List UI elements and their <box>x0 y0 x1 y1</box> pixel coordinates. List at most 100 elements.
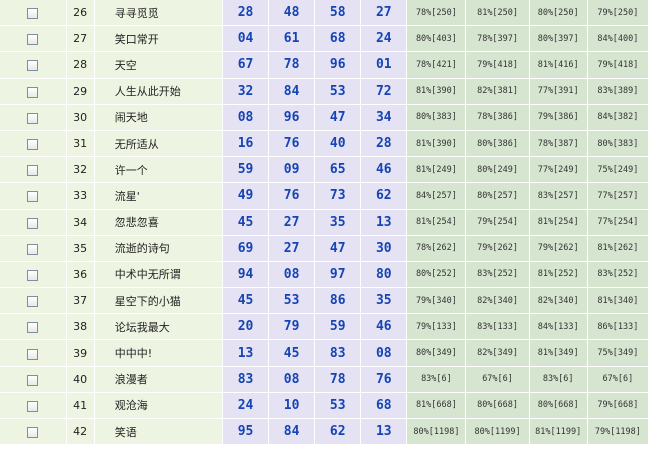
pick-number: 08 <box>222 104 270 131</box>
row-checkbox[interactable] <box>27 217 39 229</box>
pick-number: 76 <box>268 182 316 210</box>
rate-cell: 84%[257] <box>406 182 467 210</box>
pick-number: 94 <box>222 261 270 289</box>
rate-cell: 83%[252] <box>465 261 530 289</box>
rate-cell: 77%[254] <box>587 209 649 236</box>
row-checkbox[interactable] <box>27 60 39 72</box>
rate-cell: 67%[6] <box>587 366 649 393</box>
rate-cell: 67%[6] <box>465 366 530 393</box>
table-row: 28 天空 67 78 96 01 78%[421] 79%[418] 81%[416] 79%[… <box>0 51 649 79</box>
user-name: 流逝的诗句 <box>94 235 223 262</box>
user-name: 寻寻觅觅 <box>94 0 223 27</box>
row-checkbox[interactable] <box>27 112 39 124</box>
row-checkbox[interactable] <box>27 427 39 439</box>
row-number: 32 <box>66 156 95 184</box>
pick-number: 13 <box>360 418 408 446</box>
rate-cell: 80%[668] <box>465 392 530 420</box>
pick-number: 24 <box>222 392 270 420</box>
rate-cell: 80%[1198] <box>406 418 467 446</box>
pick-number: 08 <box>268 261 316 289</box>
rate-cell: 83%[6] <box>406 366 467 393</box>
row-checkbox[interactable] <box>27 374 39 386</box>
rate-cell: 81%[1199] <box>529 418 588 446</box>
rate-cell: 81%[340] <box>587 287 649 315</box>
pick-number: 16 <box>222 130 270 158</box>
pick-number: 80 <box>360 261 408 289</box>
row-checkbox[interactable] <box>27 243 39 255</box>
rate-cell: 81%[390] <box>406 78 467 105</box>
pick-number: 76 <box>268 130 316 158</box>
row-checkbox[interactable] <box>27 165 39 177</box>
row-select-cell <box>0 51 67 79</box>
user-name: 论坛我最大 <box>94 313 223 341</box>
rate-cell: 83%[252] <box>587 261 649 289</box>
row-checkbox[interactable] <box>27 34 39 46</box>
row-checkbox[interactable] <box>27 139 39 151</box>
rate-cell: 81%[349] <box>529 339 588 367</box>
row-checkbox[interactable] <box>27 8 39 20</box>
pick-number: 30 <box>360 235 408 262</box>
row-checkbox[interactable] <box>27 296 39 308</box>
pick-number: 10 <box>268 392 316 420</box>
row-checkbox[interactable] <box>27 269 39 281</box>
row-select-cell <box>0 392 67 420</box>
row-number: 28 <box>66 51 95 79</box>
rate-cell: 82%[349] <box>465 339 530 367</box>
user-name: 观沧海 <box>94 392 223 420</box>
rate-cell: 83%[389] <box>587 78 649 105</box>
row-select-cell <box>0 78 67 105</box>
pick-number: 49 <box>222 182 270 210</box>
rate-cell: 79%[133] <box>406 313 467 341</box>
rate-cell: 79%[386] <box>529 104 588 131</box>
rate-cell: 79%[668] <box>587 392 649 420</box>
rate-cell: 83%[6] <box>529 366 588 393</box>
pick-number: 45 <box>222 287 270 315</box>
pick-number: 45 <box>268 339 316 367</box>
pick-number: 01 <box>360 51 408 79</box>
table-row: 33 流星' 49 76 73 62 84%[257] 80%[257] 83%[257] 77%… <box>0 182 649 210</box>
pick-number: 59 <box>314 313 362 341</box>
pick-number: 13 <box>222 339 270 367</box>
rate-cell: 78%[386] <box>465 104 530 131</box>
pick-number: 68 <box>360 392 408 420</box>
pick-number: 53 <box>314 78 362 105</box>
pick-number: 04 <box>222 25 270 53</box>
pick-number: 09 <box>268 156 316 184</box>
pick-number: 72 <box>360 78 408 105</box>
pick-number: 47 <box>314 235 362 262</box>
row-select-cell <box>0 104 67 131</box>
user-name: 忽悲忽喜 <box>94 209 223 236</box>
row-number: 34 <box>66 209 95 236</box>
row-checkbox[interactable] <box>27 400 39 412</box>
rate-cell: 77%[249] <box>529 156 588 184</box>
rate-cell: 80%[349] <box>406 339 467 367</box>
row-checkbox[interactable] <box>27 348 39 360</box>
row-number: 39 <box>66 339 95 367</box>
pick-number: 79 <box>268 313 316 341</box>
rate-cell: 84%[400] <box>587 25 649 53</box>
table-row: 34 忽悲忽喜 45 27 35 13 81%[254] 79%[254] 81%[254] 77… <box>0 209 649 236</box>
pick-number: 08 <box>360 339 408 367</box>
row-checkbox[interactable] <box>27 322 39 334</box>
pick-number: 28 <box>222 0 270 27</box>
rate-cell: 78%[387] <box>529 130 588 158</box>
pick-number: 83 <box>314 339 362 367</box>
pick-number: 83 <box>222 366 270 393</box>
pick-number: 65 <box>314 156 362 184</box>
pick-number: 32 <box>222 78 270 105</box>
row-number: 40 <box>66 366 95 393</box>
table-row: 29 人生从此开始 32 84 53 72 81%[390] 82%[381] 77%[391]… <box>0 78 649 105</box>
row-select-cell <box>0 130 67 158</box>
rate-cell: 82%[340] <box>465 287 530 315</box>
row-select-cell <box>0 209 67 236</box>
pick-number: 84 <box>268 78 316 105</box>
row-checkbox[interactable] <box>27 191 39 203</box>
pick-number: 40 <box>314 130 362 158</box>
row-checkbox[interactable] <box>27 86 39 98</box>
pick-number: 53 <box>314 392 362 420</box>
rate-cell: 86%[133] <box>587 313 649 341</box>
row-number: 30 <box>66 104 95 131</box>
pick-number: 27 <box>360 0 408 27</box>
pick-number: 58 <box>314 0 362 27</box>
user-name: 许一个 <box>94 156 223 184</box>
